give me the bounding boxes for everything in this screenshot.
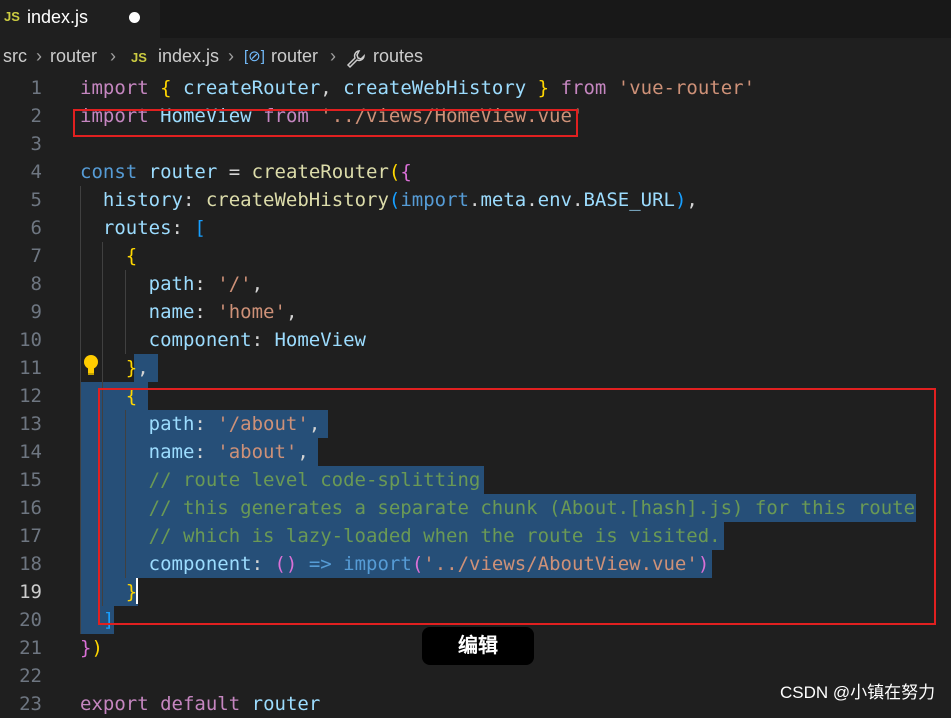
line-code: import { createRouter, createWebHistory …: [80, 77, 756, 99]
code-line[interactable]: 6 routes: [: [0, 214, 951, 242]
code-editor[interactable]: 1 import { createRouter, createWebHistory…: [0, 74, 951, 715]
code-line[interactable]: 9 name: 'home',: [0, 298, 951, 326]
tab-bar: JS index.js: [0, 0, 951, 38]
line-number: 7: [30, 245, 42, 267]
breadcrumb-router-symbol[interactable]: router: [271, 46, 318, 67]
line-number: 11: [19, 357, 42, 379]
code-line[interactable]: 1 import { createRouter, createWebHistory…: [0, 74, 951, 102]
line-code: routes: [: [102, 217, 206, 239]
code-line[interactable]: 10 component: HomeView: [0, 326, 951, 354]
js-file-icon: JS: [131, 50, 147, 65]
chevron-right-icon: ›: [110, 46, 116, 66]
code-line[interactable]: 7 {: [0, 242, 951, 270]
annotation-box: [73, 109, 578, 137]
tab-label: index.js: [27, 7, 89, 27]
breadcrumb-src[interactable]: src: [3, 46, 27, 67]
line-code: path: '/',: [148, 273, 264, 295]
line-number: 13: [19, 413, 42, 435]
tab-index-js[interactable]: JS index.js: [0, 0, 160, 38]
chevron-right-icon: ›: [36, 46, 42, 66]
chevron-right-icon: ›: [330, 46, 336, 66]
breadcrumb-index-js[interactable]: index.js: [158, 46, 219, 67]
watermark: CSDN @小镇在努力: [780, 683, 936, 702]
line-code: export default router: [80, 693, 321, 715]
line-number: 15: [19, 469, 42, 491]
line-number: 14: [19, 441, 42, 463]
annotation-box: [98, 388, 936, 625]
code-line[interactable]: 4 const router = createRouter({: [0, 158, 951, 186]
line-number: 17: [19, 525, 42, 547]
line-code: component: HomeView: [148, 329, 366, 351]
line-number: 12: [19, 385, 42, 407]
line-number: 19: [19, 581, 42, 603]
breadcrumb-routes[interactable]: routes: [373, 46, 423, 67]
line-number: 20: [19, 609, 42, 631]
js-file-icon: JS: [4, 9, 20, 24]
line-number: 10: [19, 329, 42, 351]
line-number: 22: [19, 665, 42, 687]
breadcrumb-router-folder[interactable]: router: [50, 46, 97, 67]
line-number: 6: [30, 217, 42, 239]
line-code: }): [80, 637, 103, 659]
line-number: 8: [30, 273, 42, 295]
line-number: 5: [30, 189, 42, 211]
line-number: 4: [30, 161, 42, 183]
unsaved-dot-icon[interactable]: [129, 12, 140, 23]
symbol-variable-icon: [⊘]: [244, 48, 265, 65]
line-code: history: createWebHistory(import.meta.en…: [102, 189, 698, 211]
line-code: {: [125, 245, 138, 267]
line-number: 21: [19, 637, 42, 659]
wrench-icon: [346, 50, 365, 69]
lightbulb-icon[interactable]: [82, 354, 100, 376]
line-number: 3: [30, 133, 42, 155]
line-number: 2: [30, 105, 42, 127]
line-number: 1: [30, 77, 42, 99]
line-number: 16: [19, 497, 42, 519]
code-line[interactable]: 5 history: createWebHistory(import.meta.…: [0, 186, 951, 214]
code-line[interactable]: 11 },: [0, 354, 951, 382]
chevron-right-icon: ›: [228, 46, 234, 66]
line-number: 9: [30, 301, 42, 323]
line-number: 23: [19, 693, 42, 715]
line-number: 18: [19, 553, 42, 575]
code-line[interactable]: 8 path: '/',: [0, 270, 951, 298]
line-code: const router = createRouter({: [80, 161, 412, 183]
line-code: name: 'home',: [148, 301, 298, 323]
edit-tooltip[interactable]: 编辑: [422, 627, 534, 665]
